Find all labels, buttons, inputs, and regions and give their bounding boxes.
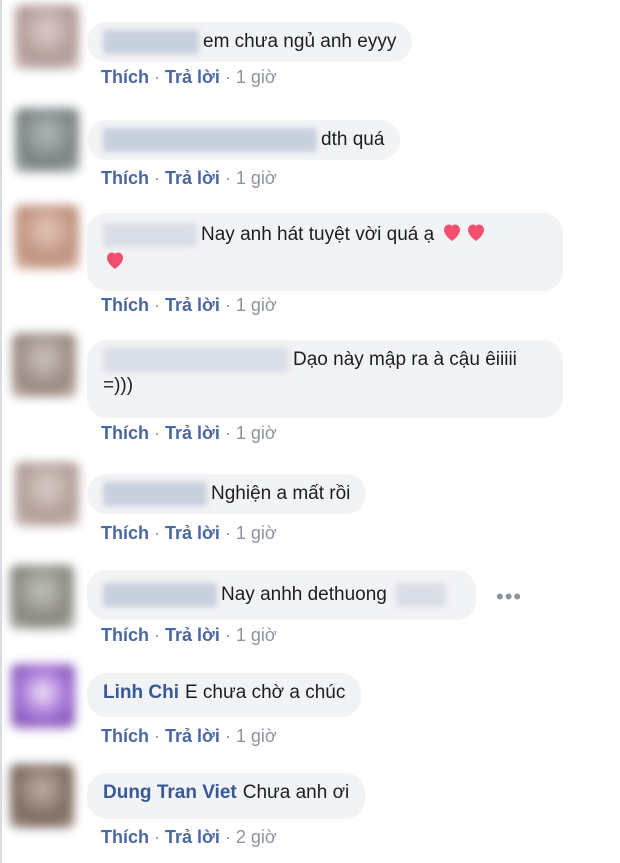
separator: · <box>224 423 231 443</box>
author-name-redacted[interactable] <box>103 481 207 506</box>
separator: · <box>224 523 231 543</box>
comment-actions: Thích · Trả lời · 1 giờ <box>101 726 277 747</box>
like-link[interactable]: Thích <box>101 67 149 87</box>
author-name-redacted[interactable] <box>103 222 197 247</box>
avatar[interactable] <box>10 764 74 828</box>
comment-actions: Thích · Trả lời · 1 giờ <box>101 625 277 646</box>
comment-text: Nay anh hát tuyệt vời quá ạ <box>201 224 435 245</box>
like-link[interactable]: Thích <box>101 827 149 847</box>
separator: · <box>154 827 160 847</box>
reply-link[interactable]: Trả lời <box>165 67 220 87</box>
author-name[interactable]: Linh Chi <box>103 682 179 703</box>
like-link[interactable]: Thích <box>101 625 149 645</box>
reply-link[interactable]: Trả lời <box>165 625 220 645</box>
like-link[interactable]: Thích <box>101 523 149 543</box>
separator: · <box>154 523 160 543</box>
comment-actions: Thích · Trả lời · 1 giờ <box>101 168 277 189</box>
separator: · <box>154 726 160 746</box>
comment-bubble: Nay anh hát tuyệt vời quá ạ <box>87 213 563 291</box>
comment-text: Dạo này mập ra à cậu êiiiii <box>293 349 517 370</box>
reply-link[interactable]: Trả lời <box>165 726 220 746</box>
author-name-redacted[interactable] <box>103 29 199 54</box>
more-options-icon[interactable]: ••• <box>496 584 522 610</box>
comment-bubble: em chưa ngủ anh eyyy <box>87 22 413 62</box>
separator: · <box>224 67 231 87</box>
separator: · <box>154 295 160 315</box>
heart-icon <box>467 224 484 241</box>
author-name[interactable]: Dung Tran Viet <box>103 782 237 803</box>
separator: · <box>154 67 160 87</box>
avatar[interactable] <box>10 565 74 629</box>
timestamp[interactable]: 1 giờ <box>236 726 277 746</box>
separator: · <box>154 625 160 645</box>
comment-bubble: Nay anhh dethuong <box>87 570 476 620</box>
avatar[interactable] <box>15 5 79 69</box>
reply-link[interactable]: Trả lời <box>165 295 220 315</box>
avatar[interactable] <box>15 462 79 526</box>
like-link[interactable]: Thích <box>101 295 149 315</box>
avatar[interactable] <box>12 333 76 397</box>
like-link[interactable]: Thích <box>101 423 149 443</box>
avatar[interactable] <box>15 108 79 172</box>
timestamp[interactable]: 1 giờ <box>236 295 277 315</box>
comment-actions: Thích · Trả lời · 1 giờ <box>101 67 277 88</box>
thread-rule <box>0 0 2 863</box>
separator: · <box>224 827 231 847</box>
reply-link[interactable]: Trả lời <box>165 523 220 543</box>
timestamp[interactable]: 1 giờ <box>236 168 277 188</box>
timestamp[interactable]: 1 giờ <box>236 423 277 443</box>
timestamp[interactable]: 1 giờ <box>236 523 277 543</box>
heart-icon <box>107 252 123 269</box>
comment-actions: Thích · Trả lời · 2 giờ <box>101 827 277 848</box>
heart-icon <box>443 224 460 241</box>
avatar[interactable] <box>11 664 75 728</box>
author-name-redacted[interactable] <box>103 347 289 372</box>
comment-actions: Thích · Trả lời · 1 giờ <box>101 523 277 544</box>
comment-text: Nay anhh dethuong <box>221 584 387 605</box>
avatar[interactable] <box>15 205 79 269</box>
separator: · <box>224 726 231 746</box>
comment-bubble: dth quá <box>87 120 401 160</box>
reply-link[interactable]: Trả lời <box>165 423 220 443</box>
separator: · <box>154 423 160 443</box>
author-name-redacted[interactable] <box>103 582 217 607</box>
like-link[interactable]: Thích <box>101 168 149 188</box>
separator: · <box>154 168 160 188</box>
separator: · <box>224 625 231 645</box>
timestamp[interactable]: 1 giờ <box>236 625 277 645</box>
separator: · <box>224 295 231 315</box>
comment-text: dth quá <box>321 129 385 150</box>
comment-text: E chưa chờ a chúc <box>184 682 346 703</box>
comment-bubble: Linh Chi E chưa chờ a chúc <box>87 673 362 717</box>
reply-link[interactable]: Trả lời <box>165 168 220 188</box>
like-link[interactable]: Thích <box>101 726 149 746</box>
comment-bubble: Dạo này mập ra à cậu êiiiii =))) <box>87 340 563 418</box>
comment-text: Chưa anh ơi <box>242 782 350 803</box>
timestamp[interactable]: 1 giờ <box>236 67 277 87</box>
separator: · <box>224 168 231 188</box>
comment-bubble: Dung Tran Viet Chưa anh ơi <box>87 773 366 819</box>
comment-actions: Thích · Trả lời · 1 giờ <box>101 295 277 316</box>
comment-text: em chưa ngủ anh eyyy <box>203 31 397 52</box>
comment-text: Nghiện a mất rồi <box>211 483 351 504</box>
comment-text-line2: =))) <box>103 375 134 396</box>
comment-actions: Thích · Trả lời · 1 giờ <box>101 423 277 444</box>
timestamp[interactable]: 2 giờ <box>236 827 277 847</box>
comment-bubble: Nghiện a mất rồi <box>87 474 367 514</box>
reply-link[interactable]: Trả lời <box>165 827 220 847</box>
redacted-text <box>396 582 447 607</box>
author-name-redacted[interactable] <box>103 127 317 152</box>
